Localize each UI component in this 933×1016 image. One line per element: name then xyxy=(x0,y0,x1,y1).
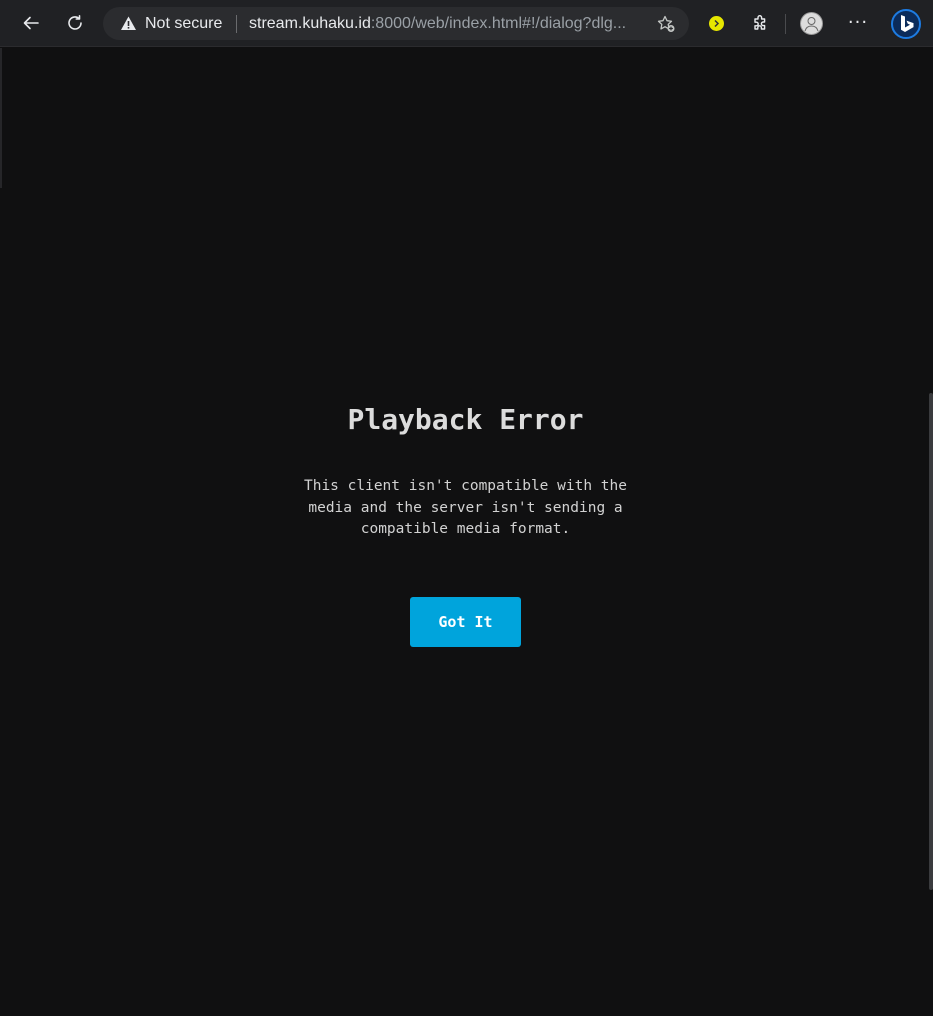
url-text[interactable]: stream.kuhaku.id:8000/web/index.html#!/d… xyxy=(249,14,645,34)
warning-icon[interactable] xyxy=(120,15,137,32)
got-it-button[interactable]: Got It xyxy=(410,597,521,647)
back-button[interactable] xyxy=(15,7,47,39)
page-scrollbar[interactable] xyxy=(927,48,933,1016)
more-options-icon[interactable]: ··· xyxy=(846,12,870,34)
address-bar[interactable]: Not secure stream.kuhaku.id:8000/web/ind… xyxy=(103,7,689,40)
url-host: stream.kuhaku.id xyxy=(249,15,371,32)
bing-copilot-icon[interactable] xyxy=(890,8,922,40)
browser-toolbar: Not secure stream.kuhaku.id:8000/web/ind… xyxy=(0,0,933,47)
back-arrow-icon xyxy=(23,16,39,30)
reload-icon xyxy=(68,15,82,30)
reload-button[interactable] xyxy=(59,7,91,39)
security-status[interactable]: Not secure xyxy=(145,14,222,34)
person-icon xyxy=(804,17,819,32)
playback-error-dialog: Playback Error This client isn't compati… xyxy=(0,48,933,1016)
address-divider xyxy=(236,15,237,33)
dialog-message: This client isn't compatible with the me… xyxy=(303,478,627,537)
profile-avatar-icon[interactable] xyxy=(800,12,823,35)
scrollbar-thumb[interactable] xyxy=(929,393,933,890)
add-favorite-icon[interactable] xyxy=(656,14,676,34)
url-path: :8000/web/index.html#!/dialog?dlg... xyxy=(370,15,627,32)
chevron-right-icon xyxy=(714,19,720,28)
toolbar-separator xyxy=(785,14,786,34)
dialog-title: Playback Error xyxy=(347,403,584,436)
extension-icon[interactable] xyxy=(709,16,724,31)
puzzle-icon[interactable] xyxy=(751,13,771,33)
